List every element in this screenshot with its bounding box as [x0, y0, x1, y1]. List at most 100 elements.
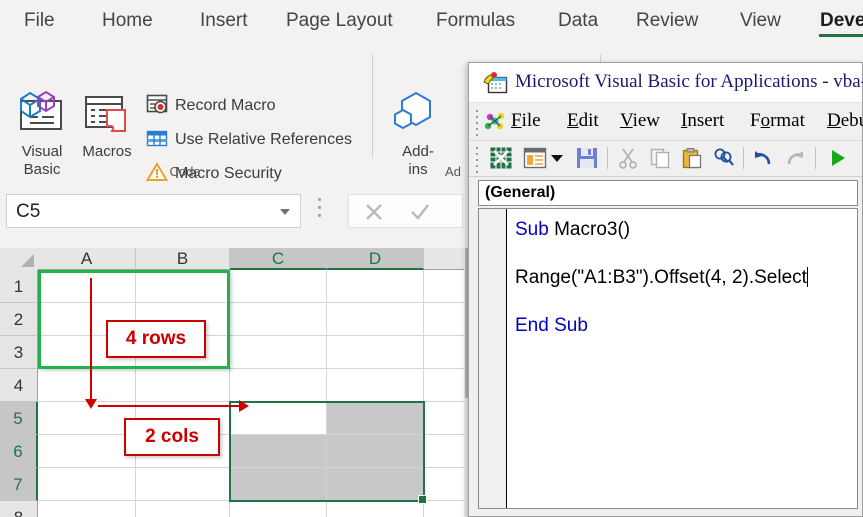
- active-tab-underline: [819, 34, 863, 37]
- cell-d6[interactable]: [327, 435, 424, 468]
- cell-b7[interactable]: [136, 468, 230, 501]
- tab-review[interactable]: Review: [626, 4, 708, 38]
- fill-handle[interactable]: [418, 495, 427, 504]
- cell-d8[interactable]: [327, 501, 424, 517]
- macros-button[interactable]: Macros: [76, 90, 138, 161]
- select-all-corner[interactable]: [0, 248, 39, 271]
- cell-d1[interactable]: [327, 270, 424, 303]
- annotation-4-rows: 4 rows: [106, 320, 206, 358]
- column-header-b[interactable]: B: [136, 248, 230, 270]
- vba-object-combobox-value: (General): [485, 184, 556, 201]
- cell-c7[interactable]: [230, 468, 327, 501]
- redo-icon: [784, 147, 806, 174]
- visual-basic-icon: [20, 90, 62, 130]
- tab-label: Formulas: [436, 10, 516, 31]
- use-relative-references-button[interactable]: Use Relative References: [146, 126, 352, 154]
- cell-d4[interactable]: [327, 369, 424, 402]
- tab-data[interactable]: Data: [548, 4, 608, 38]
- tab-page-layout[interactable]: Page Layout: [276, 4, 403, 38]
- use-relative-references-label: Use Relative References: [175, 131, 352, 148]
- cell-c3[interactable]: [230, 336, 327, 369]
- vba-code-pane[interactable]: Sub Macro3() Range("A1:B3").Offset(4, 2)…: [478, 208, 858, 509]
- cell-d7[interactable]: [327, 468, 424, 501]
- cell-c6[interactable]: [230, 435, 327, 468]
- cell-d5[interactable]: [327, 402, 424, 435]
- vba-menu-debug[interactable]: Debug: [827, 110, 863, 132]
- tab-label: Home: [102, 10, 153, 31]
- toolbar-separator-3: [815, 147, 816, 169]
- row-header-2[interactable]: 2: [0, 303, 38, 336]
- vba-menu-edit[interactable]: Edit: [567, 110, 599, 132]
- formula-bar-grip[interactable]: [318, 198, 322, 224]
- tab-view[interactable]: View: [730, 4, 791, 38]
- view-excel-icon[interactable]: [489, 146, 513, 175]
- vba-menu-format[interactable]: Format: [750, 110, 805, 132]
- vba-toolbar: [469, 141, 862, 177]
- cell-d2[interactable]: [327, 303, 424, 336]
- column-header-c[interactable]: C: [230, 248, 327, 270]
- visual-basic-button[interactable]: Visual Basic: [10, 90, 74, 179]
- vba-menubar-grip[interactable]: [475, 110, 479, 136]
- cell-c2[interactable]: [230, 303, 327, 336]
- code-line-3: End Sub: [515, 315, 588, 336]
- tab-label: Developer: [820, 10, 863, 31]
- vba-menu-file[interactable]: File: [511, 110, 541, 132]
- annotation-2-cols: 2 cols: [124, 418, 220, 456]
- row-header-3[interactable]: 3: [0, 336, 38, 369]
- tab-home[interactable]: Home: [92, 4, 163, 38]
- vba-menu-insert[interactable]: Insert: [681, 110, 724, 132]
- save-icon[interactable]: [575, 146, 599, 175]
- tab-formulas[interactable]: Formulas: [426, 4, 525, 38]
- record-macro-button[interactable]: Record Macro: [146, 92, 275, 120]
- cell-c4[interactable]: [230, 369, 327, 402]
- enter-checkmark-icon[interactable]: [409, 202, 431, 222]
- code-line-1: Sub Macro3(): [515, 219, 630, 241]
- paste-icon[interactable]: [681, 147, 703, 174]
- cell-b8[interactable]: [136, 501, 230, 517]
- vba-object-combobox[interactable]: (General): [478, 180, 858, 206]
- relative-references-icon: [146, 127, 168, 149]
- cell-a4[interactable]: [38, 369, 136, 402]
- text-caret: [806, 267, 808, 287]
- code-keyword-sub: Sub: [515, 219, 549, 240]
- cell-d3[interactable]: [327, 336, 424, 369]
- cell-c8[interactable]: [230, 501, 327, 517]
- run-icon[interactable]: [827, 147, 849, 174]
- row-header-7[interactable]: 7: [0, 468, 38, 501]
- undo-icon[interactable]: [752, 147, 774, 174]
- insert-userform-icon[interactable]: [523, 147, 547, 174]
- cell-a7[interactable]: [38, 468, 136, 501]
- find-icon[interactable]: [713, 147, 735, 174]
- cell-a8[interactable]: [38, 501, 136, 517]
- cell-a6[interactable]: [38, 435, 136, 468]
- column-header-a[interactable]: A: [38, 248, 136, 270]
- vba-app-icon: [483, 71, 509, 100]
- worksheet-grid[interactable]: A B C D 1 2 3 4 5 6 7 8: [0, 248, 470, 517]
- row-header-5[interactable]: 5: [0, 402, 38, 435]
- row-header-6[interactable]: 6: [0, 435, 38, 468]
- cell-c1[interactable]: [230, 270, 327, 303]
- vba-window-title: Microsoft Visual Basic for Applications …: [515, 71, 863, 92]
- toolbar-separator-1: [607, 147, 608, 169]
- macros-icon: [85, 96, 126, 132]
- vba-toolbar-grip[interactable]: [475, 147, 479, 173]
- toolbar-separator-2: [743, 147, 744, 169]
- row-header-8[interactable]: 8: [0, 501, 38, 517]
- formula-bar-buttons: [348, 194, 463, 228]
- vba-editor-window[interactable]: Microsoft Visual Basic for Applications …: [468, 62, 863, 517]
- name-box[interactable]: C5: [6, 194, 301, 228]
- column-header-d[interactable]: D: [327, 248, 424, 270]
- tab-label: Insert: [200, 10, 248, 31]
- tab-developer[interactable]: Developer: [810, 4, 863, 38]
- row-header-4[interactable]: 4: [0, 369, 38, 402]
- row-header-1[interactable]: 1: [0, 270, 38, 303]
- cancel-icon[interactable]: [363, 202, 385, 222]
- cell-b4[interactable]: [136, 369, 230, 402]
- vba-menu-view[interactable]: View: [620, 110, 660, 132]
- tab-label: View: [740, 10, 781, 31]
- vba-titlebar[interactable]: Microsoft Visual Basic for Applications …: [469, 63, 863, 103]
- tab-insert[interactable]: Insert: [190, 4, 258, 38]
- name-box-dropdown-caret-icon[interactable]: [280, 209, 290, 215]
- insert-dropdown-caret-icon[interactable]: [551, 155, 563, 162]
- tab-file[interactable]: File: [14, 4, 65, 38]
